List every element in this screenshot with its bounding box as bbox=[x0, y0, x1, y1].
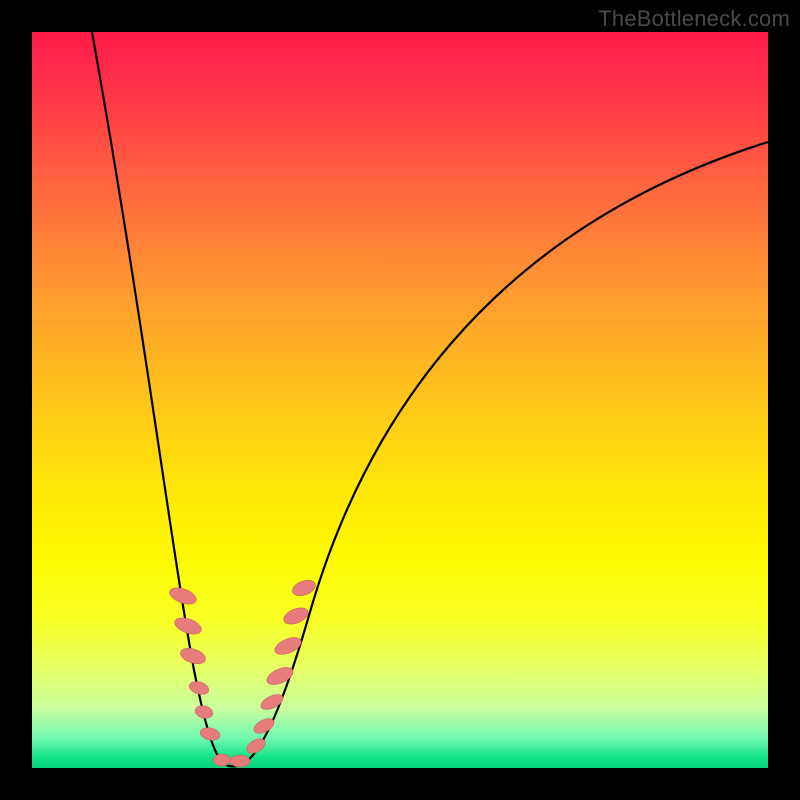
curve-marker bbox=[259, 691, 286, 712]
curve-marker bbox=[188, 679, 211, 696]
chart-frame: TheBottleneck.com bbox=[0, 0, 800, 800]
watermark-text: TheBottleneck.com bbox=[598, 6, 790, 32]
curve-marker bbox=[178, 645, 207, 666]
curve-marker bbox=[264, 664, 295, 688]
curve-marker bbox=[194, 704, 214, 720]
plot-area bbox=[32, 32, 768, 768]
curve-marker bbox=[213, 754, 231, 766]
curve-marker bbox=[272, 634, 303, 658]
curve-markers bbox=[167, 577, 317, 767]
curve-layer bbox=[32, 32, 768, 768]
curve-marker bbox=[230, 755, 250, 767]
curve-marker bbox=[199, 726, 221, 742]
curve-marker bbox=[290, 577, 317, 599]
